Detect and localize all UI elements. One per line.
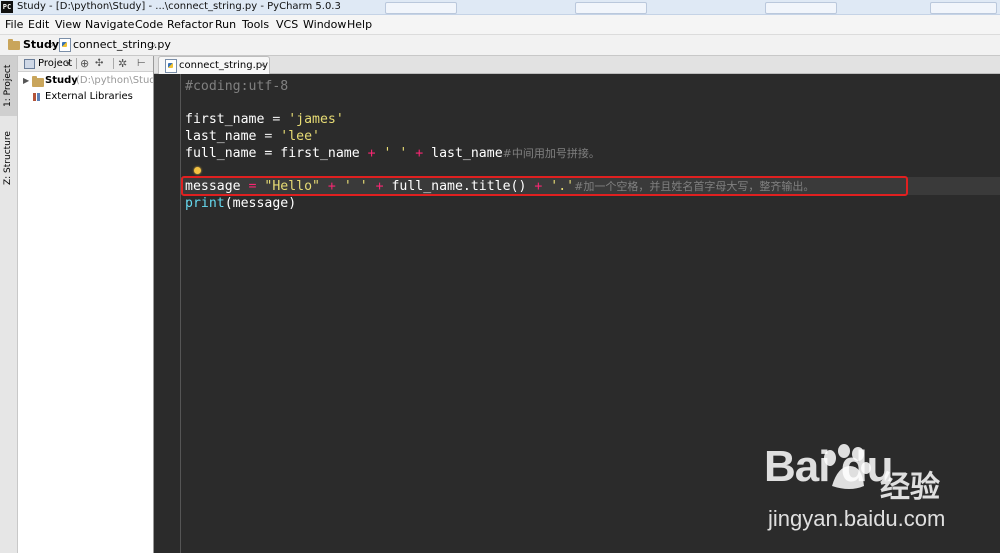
hide-icon[interactable]: ⊢	[137, 56, 146, 71]
lightbulb-icon[interactable]	[194, 167, 201, 174]
baidu-jingyan-watermark: Bai du 经验 jingyan.baidu.com	[760, 440, 1000, 553]
close-icon[interactable]: ✕	[259, 57, 266, 74]
menu-help[interactable]: Help	[347, 15, 372, 34]
editor-tab-bar: connect_string.py ✕	[154, 56, 1000, 74]
menu-run[interactable]: Run	[215, 15, 236, 34]
tab-connect-string[interactable]: connect_string.py ✕	[158, 56, 270, 74]
python-file-icon	[165, 59, 177, 73]
background-window-tab	[930, 2, 997, 14]
menu-navigate[interactable]: Navigate	[85, 15, 134, 34]
window-title: Study - [D:\python\Study] - ...\connect_…	[17, 1, 341, 12]
python-file-icon	[59, 38, 71, 52]
tab-label: connect_string.py	[179, 60, 269, 71]
code-line-5: full_name = first_name + ' ' + last_name…	[185, 146, 600, 161]
expand-arrow-icon[interactable]: ▶	[23, 73, 29, 89]
project-view-icon	[24, 59, 35, 69]
menu-vcs[interactable]: VCS	[276, 15, 298, 34]
highlight-annotation-box	[181, 176, 908, 196]
tab-structure[interactable]: Z: Structure	[1, 128, 16, 188]
folder-icon	[8, 39, 20, 50]
menu-bar: File Edit View Navigate Code Refactor Ru…	[0, 15, 1000, 35]
tree-libraries-label: External Libraries	[45, 91, 133, 102]
background-window-tab	[575, 2, 647, 14]
code-line-4: last_name = 'lee'	[185, 129, 320, 144]
editor-gutter	[154, 74, 181, 553]
watermark-brand: Bai du	[764, 442, 893, 491]
tool-window-strip: 1: Project Z: Structure	[0, 56, 18, 553]
project-tool-window: Project ▾ ⊕ ✣ ✲ ⊢ ▶ Study (D:\python\Stu…	[18, 56, 165, 553]
menu-tools[interactable]: Tools	[242, 15, 269, 34]
menu-code[interactable]: Code	[135, 15, 163, 34]
menu-window[interactable]: Window	[303, 15, 346, 34]
tree-root-path: (D:\python\Study)	[76, 75, 166, 86]
toolbar-divider	[76, 58, 77, 69]
breadcrumb-separator: ›	[50, 38, 55, 51]
tree-root-name: Study	[45, 75, 78, 86]
title-bar: PC Study - [D:\python\Study] - ...\conne…	[0, 0, 1000, 15]
code-line-8: print(message)	[185, 196, 297, 211]
menu-view[interactable]: View	[55, 15, 81, 34]
library-icon	[33, 93, 36, 101]
menu-refactor[interactable]: Refactor	[167, 15, 213, 34]
breadcrumb-separator: ›	[152, 38, 157, 51]
background-window-tab	[765, 2, 837, 14]
tab-project[interactable]: 1: Project	[1, 60, 16, 112]
navigation-bar: Study › connect_string.py ›	[0, 35, 1000, 56]
background-window-tab	[385, 2, 457, 14]
code-line-3: first_name = 'james'	[185, 112, 344, 127]
pycharm-app-icon: PC	[1, 1, 13, 13]
project-toolbar: Project ▾ ⊕ ✣ ✲ ⊢	[18, 56, 153, 72]
code-line-1: #coding:utf-8	[185, 79, 289, 94]
menu-edit[interactable]: Edit	[28, 15, 49, 34]
gear-icon[interactable]: ✲	[118, 56, 127, 71]
watermark-url: jingyan.baidu.com	[768, 506, 946, 531]
dropdown-arrow-icon[interactable]: ▾	[66, 56, 70, 71]
sync-icon[interactable]: ⊕	[80, 56, 89, 71]
watermark-chinese: 经验	[880, 470, 940, 505]
collapse-icon[interactable]: ✣	[95, 56, 103, 71]
library-icon-part	[37, 93, 40, 101]
folder-icon	[32, 76, 44, 87]
menu-file[interactable]: File	[5, 15, 23, 34]
toolbar-divider	[113, 58, 114, 69]
